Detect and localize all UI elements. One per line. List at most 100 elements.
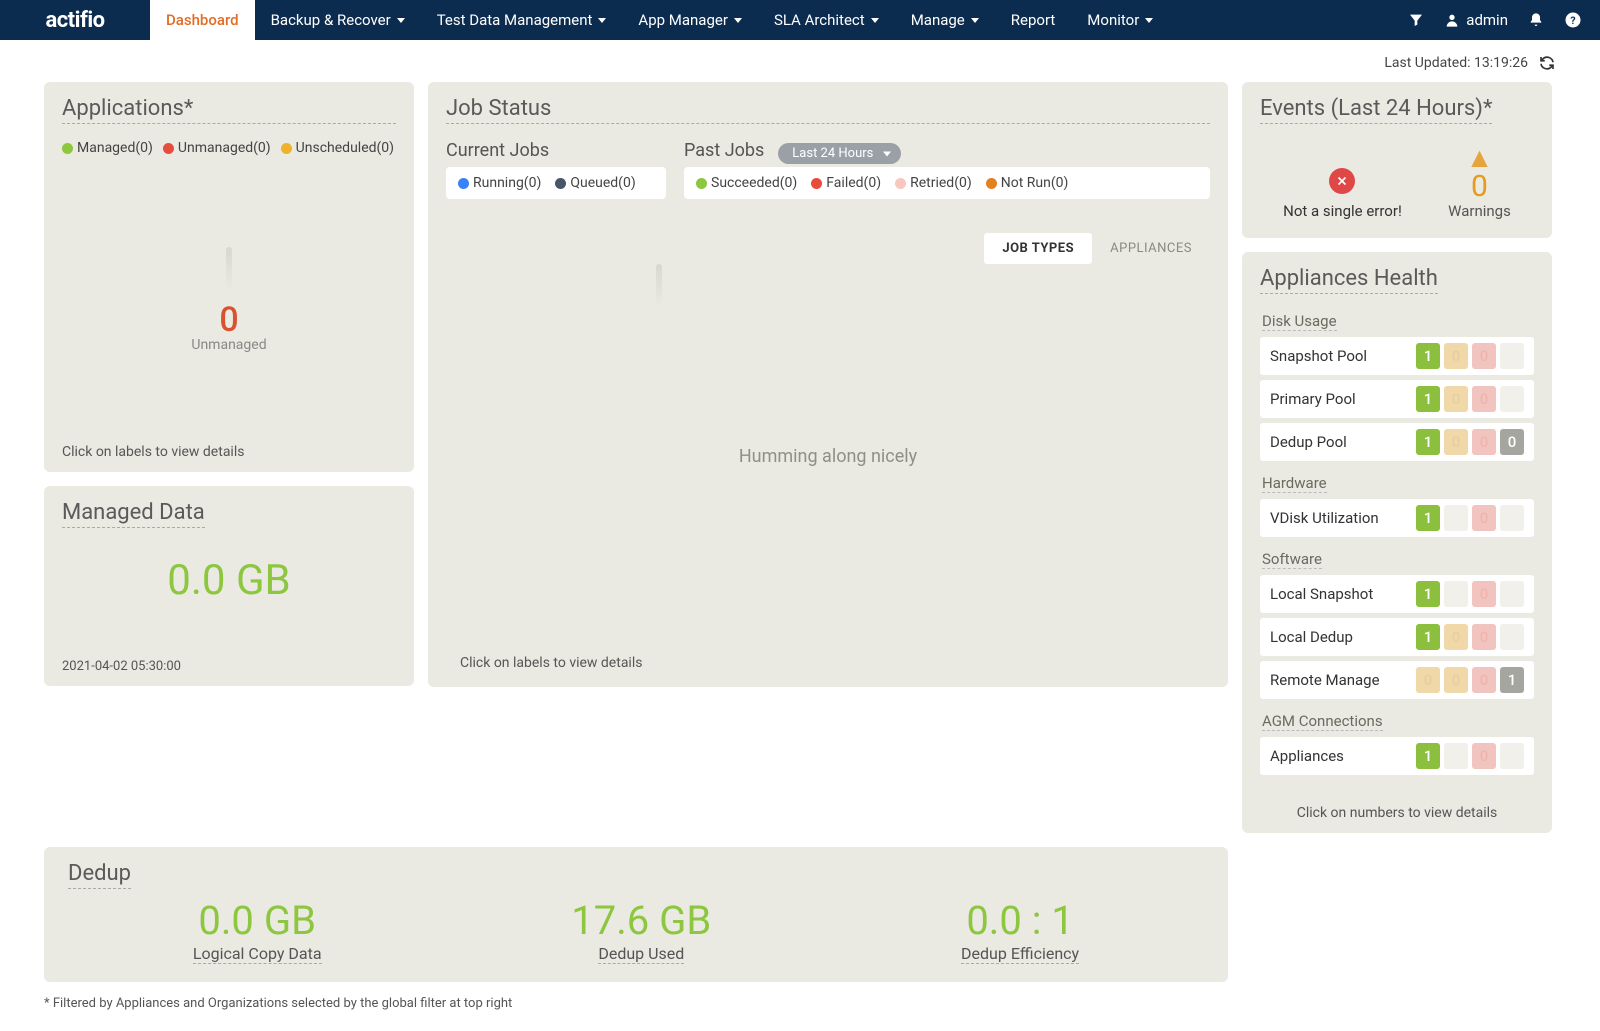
health-row: Local Snapshot1 0 <box>1260 575 1534 613</box>
health-row-label: Local Dedup <box>1270 628 1412 646</box>
dedup-label: Dedup Used <box>598 944 684 964</box>
last-updated-row: Last Updated: 13:19:26 <box>0 40 1600 72</box>
health-pill[interactable]: 0 <box>1472 667 1496 693</box>
health-pill[interactable]: 1 <box>1416 386 1440 412</box>
health-pill[interactable]: 0 <box>1444 386 1468 412</box>
legend-dot <box>696 178 707 189</box>
legend-item[interactable]: Succeeded(0) <box>696 175 797 191</box>
dedup-metric: 0.0 : 1Dedup Efficiency <box>961 897 1079 964</box>
nav-item-test-data-management[interactable]: Test Data Management <box>421 0 623 40</box>
user-icon <box>1444 12 1460 28</box>
tab-appliances[interactable]: APPLIANCES <box>1092 233 1210 264</box>
events-warnings[interactable]: ▲ 0 Warnings <box>1448 144 1511 220</box>
chevron-down-icon <box>598 18 606 23</box>
svg-text:?: ? <box>1570 14 1575 27</box>
dedup-metric: 0.0 GBLogical Copy Data <box>193 897 322 964</box>
time-range-dropdown[interactable]: Last 24 Hours <box>778 143 901 164</box>
health-pill[interactable]: 1 <box>1416 581 1440 607</box>
health-pill[interactable]: 1 <box>1416 743 1440 769</box>
unmanaged-count[interactable]: 0 <box>219 303 238 337</box>
health-pill[interactable]: 0 <box>1416 667 1440 693</box>
legend-label: Failed(0) <box>826 175 881 191</box>
health-row-label: Primary Pool <box>1270 390 1412 408</box>
health-row-label: Snapshot Pool <box>1270 347 1412 365</box>
health-section-title: AGM Connections <box>1262 712 1383 731</box>
legend-item[interactable]: Queued(0) <box>555 175 635 191</box>
nav-item-app-manager[interactable]: App Manager <box>622 0 758 40</box>
dedup-metric: 17.6 GBDedup Used <box>571 897 711 964</box>
health-row: Appliances1 0 <box>1260 737 1534 775</box>
applications-hint: Click on labels to view details <box>62 444 396 460</box>
legend-label: Retried(0) <box>910 175 972 191</box>
legend-item[interactable]: Unmanaged(0) <box>163 140 271 156</box>
health-pill[interactable] <box>1500 505 1524 531</box>
nav-item-sla-architect[interactable]: SLA Architect <box>758 0 895 40</box>
health-pill[interactable]: 1 <box>1500 667 1524 693</box>
health-pill[interactable]: 0 <box>1472 581 1496 607</box>
health-pill[interactable]: 0 <box>1444 624 1468 650</box>
health-pill[interactable] <box>1444 743 1468 769</box>
legend-dot <box>281 143 292 154</box>
health-row-label: Local Snapshot <box>1270 585 1412 603</box>
legend-label: Unscheduled(0) <box>296 140 394 156</box>
health-pill[interactable] <box>1444 505 1468 531</box>
health-section-title: Hardware <box>1262 474 1327 493</box>
health-pill[interactable]: 0 <box>1472 343 1496 369</box>
tab-job-types[interactable]: JOB TYPES <box>984 233 1092 264</box>
nav-item-label: App Manager <box>638 11 728 29</box>
filter-icon[interactable] <box>1398 0 1434 40</box>
health-pill[interactable]: 0 <box>1472 505 1496 531</box>
nav-item-label: SLA Architect <box>774 11 865 29</box>
health-pill[interactable] <box>1500 624 1524 650</box>
health-pill[interactable]: 0 <box>1472 743 1496 769</box>
health-row: Snapshot Pool100 <box>1260 337 1534 375</box>
health-pill[interactable] <box>1444 581 1468 607</box>
health-pill[interactable]: 1 <box>1416 505 1440 531</box>
refresh-icon[interactable] <box>1538 54 1556 72</box>
job-status-message: Humming along nicely <box>739 446 917 467</box>
health-pill[interactable] <box>1500 581 1524 607</box>
applications-title: Applications* <box>62 96 396 124</box>
health-row: Dedup Pool1000 <box>1260 423 1534 461</box>
legend-item[interactable]: Unscheduled(0) <box>281 140 394 156</box>
legend-item[interactable]: Failed(0) <box>811 175 881 191</box>
health-pill[interactable]: 1 <box>1416 624 1440 650</box>
health-pill[interactable]: 0 <box>1444 343 1468 369</box>
legend-item[interactable]: Running(0) <box>458 175 541 191</box>
health-pill[interactable]: 0 <box>1472 624 1496 650</box>
nav-item-backup-recover[interactable]: Backup & Recover <box>255 0 421 40</box>
nav-item-monitor[interactable]: Monitor <box>1071 0 1169 40</box>
health-pill[interactable]: 1 <box>1416 343 1440 369</box>
health-row: Local Dedup100 <box>1260 618 1534 656</box>
help-icon[interactable]: ? <box>1554 0 1600 40</box>
health-pill[interactable]: 0 <box>1472 429 1496 455</box>
bell-icon[interactable] <box>1518 0 1554 40</box>
dedup-card: Dedup 0.0 GBLogical Copy Data17.6 GBDedu… <box>44 847 1228 982</box>
health-pill[interactable]: 0 <box>1444 429 1468 455</box>
managed-data-card: Managed Data 0.0 GB 2021-04-02 05:30:00 <box>44 486 414 686</box>
health-pill[interactable]: 1 <box>1416 429 1440 455</box>
health-pill[interactable] <box>1500 343 1524 369</box>
legend-item[interactable]: Retried(0) <box>895 175 972 191</box>
legend-item[interactable]: Managed(0) <box>62 140 153 156</box>
nav-item-dashboard[interactable]: Dashboard <box>150 0 255 40</box>
warning-count: 0 <box>1448 172 1511 202</box>
job-status-tabs: JOB TYPES APPLIANCES <box>446 233 1210 264</box>
brand-logo: actifio <box>0 0 150 40</box>
job-status-card: Job Status Current Jobs Running(0)Queued… <box>428 82 1228 687</box>
warning-label: Warnings <box>1448 202 1511 220</box>
legend-dot <box>458 178 469 189</box>
appliances-health-card: Appliances Health Disk UsageSnapshot Poo… <box>1242 252 1552 833</box>
legend-item[interactable]: Not Run(0) <box>986 175 1069 191</box>
events-errors[interactable]: Not a single error! <box>1283 168 1402 220</box>
health-pill[interactable]: 0 <box>1472 386 1496 412</box>
health-pill[interactable]: 0 <box>1444 667 1468 693</box>
health-pill[interactable] <box>1500 386 1524 412</box>
user-menu[interactable]: admin <box>1434 0 1518 40</box>
nav-item-label: Dashboard <box>166 11 239 29</box>
nav-item-report[interactable]: Report <box>995 0 1072 40</box>
nav-item-manage[interactable]: Manage <box>895 0 995 40</box>
health-pill[interactable] <box>1500 743 1524 769</box>
health-pill[interactable]: 0 <box>1500 429 1524 455</box>
job-status-hint: Click on labels to view details <box>460 655 1210 671</box>
